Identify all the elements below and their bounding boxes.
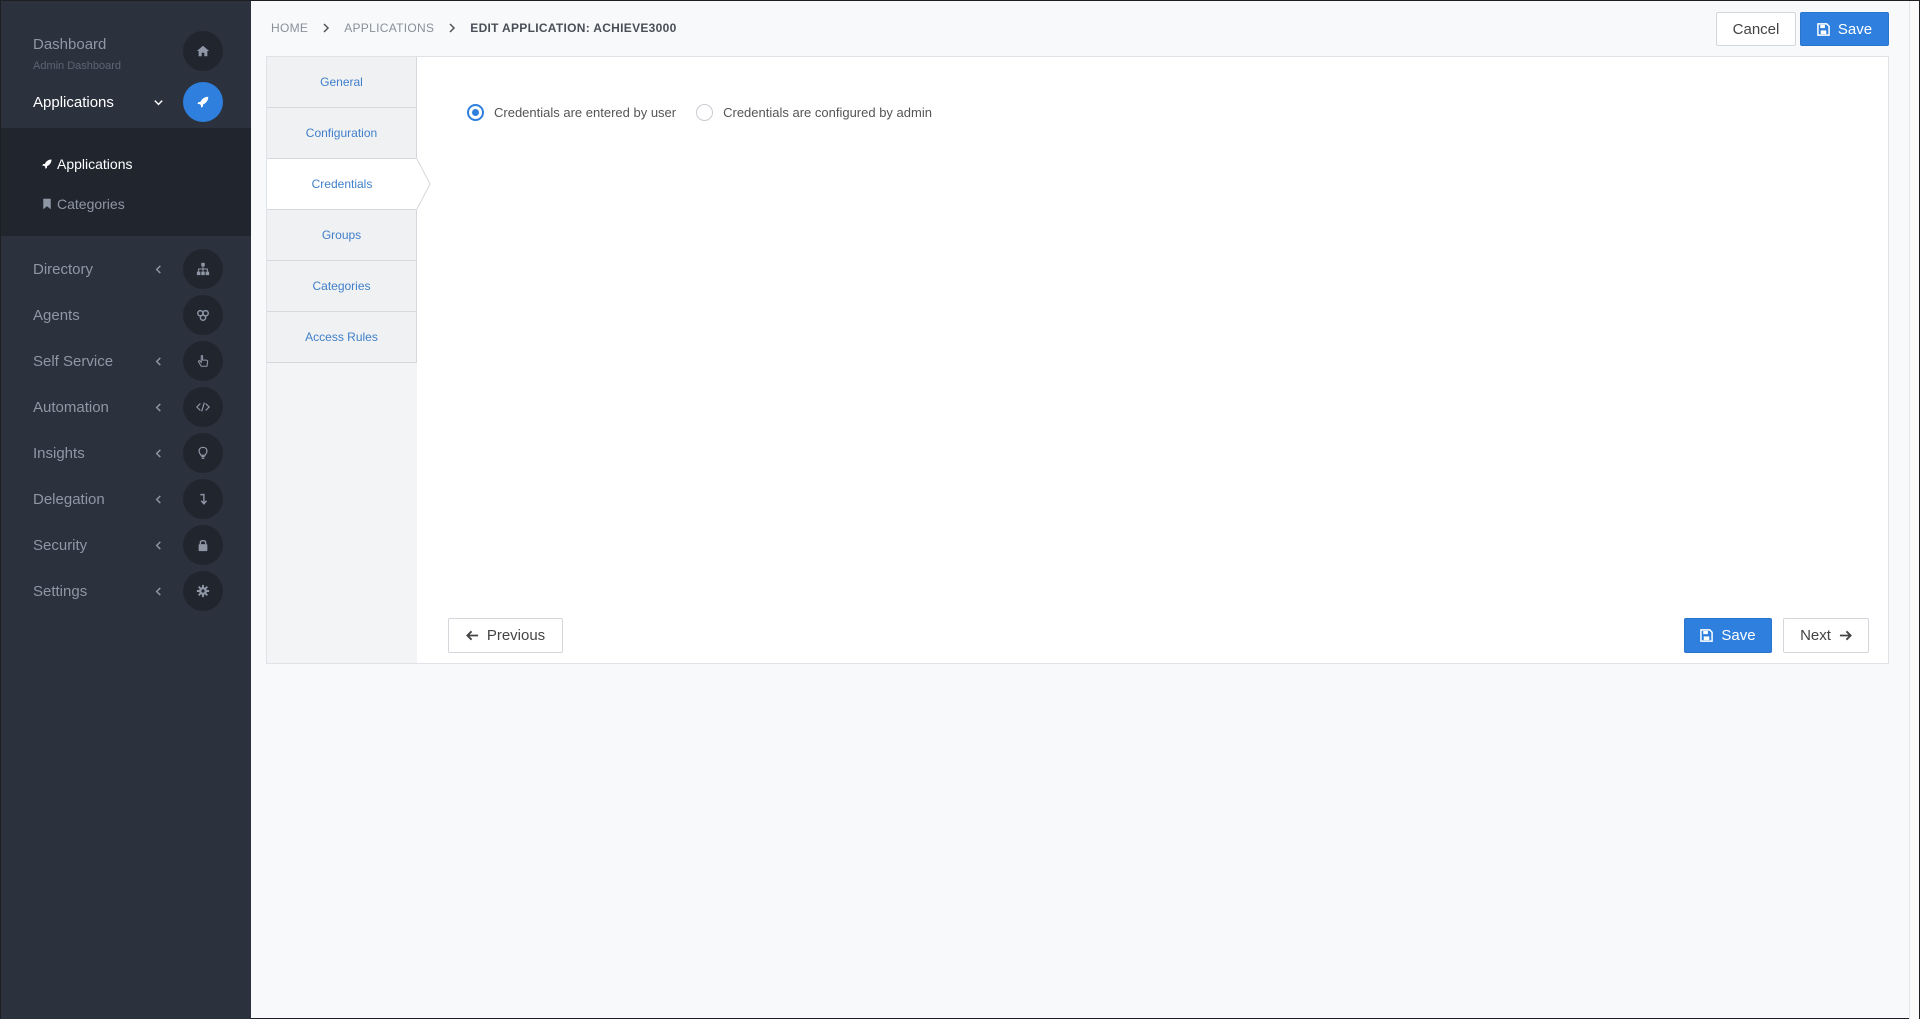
sidebar-item-label: Delegation — [33, 490, 105, 508]
chevron-down-icon — [151, 95, 165, 109]
sidebar-item-directory[interactable]: Directory — [1, 246, 251, 292]
sidebar-item-label: Security — [33, 536, 88, 554]
sidebar-item-insights[interactable]: Insights — [1, 430, 251, 476]
sidebar-item-label: Directory — [33, 260, 94, 278]
tab-groups[interactable]: Groups — [267, 210, 417, 261]
arrow-right-icon — [1839, 630, 1852, 641]
active-tab-pointer — [416, 158, 431, 210]
next-label: Next — [1800, 627, 1831, 644]
radio-label-entered-by-user: Credentials are entered by user — [494, 105, 677, 120]
sidebar-item-security[interactable]: Security — [1, 522, 251, 568]
chevron-right-icon — [322, 23, 330, 33]
bookmark-icon — [43, 198, 51, 210]
vertical-tabs: General Configuration Credentials Groups… — [267, 57, 417, 663]
credentials-mode-group: Credentials are entered by user Credenti… — [467, 104, 932, 121]
tab-access-rules[interactable]: Access Rules — [267, 312, 417, 363]
home-icon — [183, 31, 223, 71]
previous-label: Previous — [486, 627, 546, 644]
floppy-icon — [1817, 22, 1830, 36]
submenu-label: Applications — [57, 156, 133, 172]
save-button[interactable]: Save — [1800, 12, 1889, 46]
submenu-label: Categories — [57, 196, 125, 212]
applications-submenu: Applications Categories — [1, 128, 251, 236]
sidebar-item-label: Applications — [33, 93, 114, 111]
previous-button[interactable]: Previous — [448, 618, 563, 653]
sidebar-item-label: Dashboard — [33, 36, 107, 53]
lock-icon — [183, 525, 223, 565]
cancel-label: Cancel — [1732, 20, 1780, 38]
sidebar-item-label: Self Service — [33, 352, 114, 370]
chevron-left-icon — [151, 538, 165, 552]
sidebar-item-delegation[interactable]: Delegation — [1, 476, 251, 522]
submenu-item-applications[interactable]: Applications — [41, 156, 133, 172]
edit-application-card: General Configuration Credentials Groups… — [266, 56, 1889, 664]
radio-entered-by-user[interactable] — [467, 104, 484, 121]
chevron-left-icon — [151, 584, 165, 598]
gear-icon — [183, 571, 223, 611]
chevron-left-icon — [151, 400, 165, 414]
cancel-button[interactable]: Cancel — [1716, 12, 1796, 46]
radio-configured-by-admin[interactable] — [696, 104, 714, 121]
arrow-left-icon — [465, 630, 478, 641]
breadcrumb: HOME APPLICATIONS EDIT APPLICATION: ACHI… — [271, 21, 677, 35]
tab-general[interactable]: General — [267, 57, 417, 108]
tab-categories[interactable]: Categories — [267, 261, 417, 312]
agents-icon — [183, 295, 223, 335]
dashboard-subtitle: Admin Dashboard — [33, 60, 122, 72]
hand-pointer-icon — [183, 341, 223, 381]
sidebar-item-agents[interactable]: Agents — [1, 292, 251, 338]
chevron-left-icon — [151, 446, 165, 460]
lightbulb-icon — [183, 433, 223, 473]
rocket-icon — [183, 82, 223, 122]
rocket-icon — [42, 159, 52, 169]
tab-configuration[interactable]: Configuration — [267, 108, 417, 159]
footer-save-label: Save — [1721, 627, 1756, 644]
breadcrumb-home[interactable]: HOME — [271, 21, 308, 35]
sidebar-item-automation[interactable]: Automation — [1, 384, 251, 430]
submenu-item-categories[interactable]: Categories — [41, 196, 125, 212]
sidebar-item-applications[interactable]: Applications — [1, 79, 251, 125]
sidebar: Dashboard Admin Dashboard Applications A… — [1, 1, 251, 1019]
sidebar-item-self-service[interactable]: Self Service — [1, 338, 251, 384]
tab-credentials[interactable]: Credentials — [267, 159, 417, 210]
sidebar-item-label: Automation — [33, 398, 109, 416]
sidebar-item-label: Settings — [33, 582, 88, 600]
chevron-right-icon — [448, 23, 456, 33]
next-button[interactable]: Next — [1783, 618, 1869, 653]
breadcrumb-current: EDIT APPLICATION: ACHIEVE3000 — [470, 21, 677, 35]
floppy-icon — [1700, 629, 1714, 642]
radio-label-configured-by-admin: Credentials are configured by admin — [723, 105, 932, 120]
chevron-left-icon — [151, 354, 165, 368]
sidebar-item-label: Agents — [33, 306, 80, 324]
sidebar-item-label: Insights — [33, 444, 85, 462]
sitemap-icon — [183, 249, 223, 289]
level-down-icon — [183, 479, 223, 519]
code-icon — [183, 387, 223, 427]
chevron-left-icon — [151, 492, 165, 506]
breadcrumb-applications[interactable]: APPLICATIONS — [344, 21, 434, 35]
window-right-edge — [1909, 1, 1919, 1019]
footer-save-button[interactable]: Save — [1684, 618, 1772, 653]
chevron-left-icon — [151, 262, 165, 276]
save-label: Save — [1837, 20, 1873, 38]
sidebar-item-settings[interactable]: Settings — [1, 568, 251, 614]
